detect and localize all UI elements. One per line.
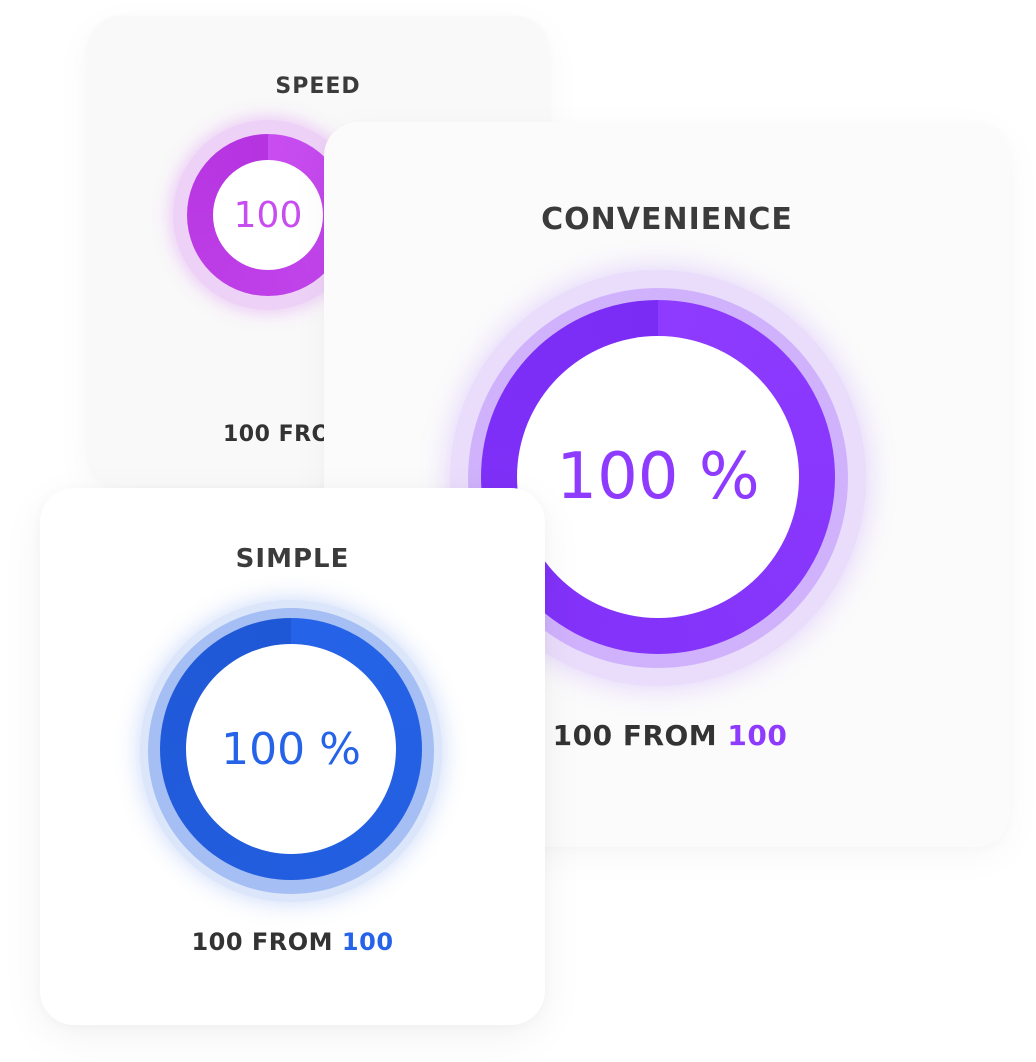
ring-center: 100 % [186, 644, 396, 854]
footer-value: 100 [727, 719, 788, 752]
card-title: CONVENIENCE [541, 202, 793, 237]
footer-prefix: 100 FRO [223, 422, 331, 447]
percent-label: 100 [233, 194, 303, 236]
simple-card: SIMPLE 100 % 100 FROM 100 [40, 488, 545, 1025]
stage: SPEED 100 100 FRO CONVENIENCE 100 % 100 … [0, 0, 1036, 1062]
progress-footer: 100 FROM 100 [40, 928, 545, 956]
card-title: SPEED [275, 74, 361, 99]
ring-center: 100 [213, 160, 323, 270]
footer-value: 100 [341, 928, 394, 956]
ring-center: 100 % [517, 336, 799, 618]
footer-prefix: 100 FROM [191, 928, 342, 956]
footer-prefix: 100 FROM [552, 719, 728, 752]
percent-label: 100 % [221, 723, 361, 775]
card-title: SIMPLE [235, 544, 350, 574]
percent-label: 100 % [556, 440, 760, 514]
